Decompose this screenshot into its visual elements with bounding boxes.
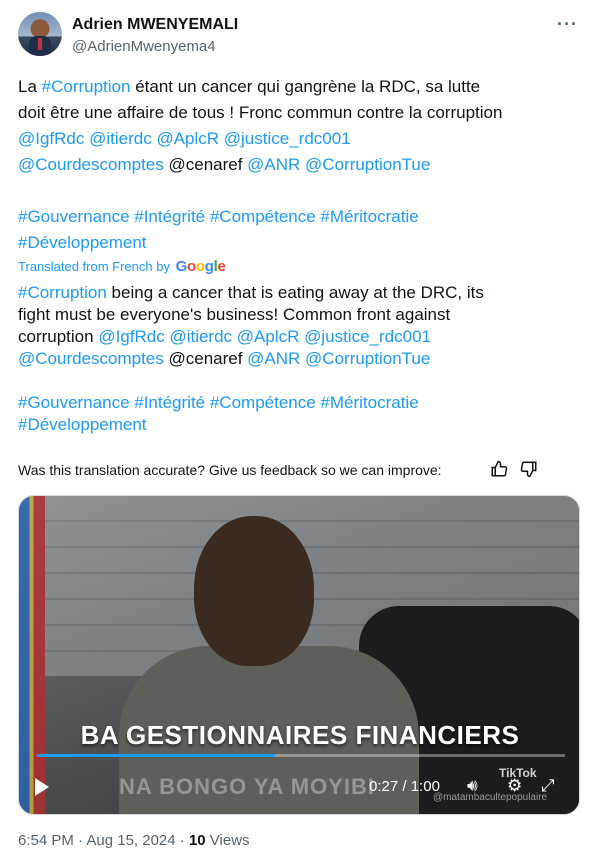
video-caption-sub: NA BONGO YA MOYIBI xyxy=(119,774,375,799)
timestamp[interactable]: 6:54 PM · Aug 15, 2024 · xyxy=(18,832,189,849)
hashtag-link[interactable]: #Développement xyxy=(18,414,578,436)
tiktok-username: @matambacultepopulaire xyxy=(433,792,548,803)
text-segment: La xyxy=(18,77,42,96)
original-tweet-text: La #Corruption étant un cancer qui gangr… xyxy=(18,74,578,256)
text-line: fight must be everyone's business! Commo… xyxy=(18,305,451,324)
avatar[interactable] xyxy=(18,12,62,56)
translated-tweet-text: #Corruption being a cancer that is eatin… xyxy=(18,282,578,436)
text-line: doit être une affaire de tous ! Fronc co… xyxy=(18,103,503,122)
mention-links[interactable]: @ANR @CorruptionTue xyxy=(247,349,430,368)
author-handle[interactable]: @AdrienMwenyema4 xyxy=(72,38,216,55)
hashtag-link[interactable]: #Corruption xyxy=(18,283,107,302)
settings-icon[interactable]: ⚙︎ xyxy=(507,776,522,796)
speaker-head xyxy=(194,516,314,666)
hashtag-link[interactable]: #Développement xyxy=(18,230,578,256)
text-segment: being a cancer that is eating away at th… xyxy=(106,283,484,302)
tweet-meta: 6:54 PM · Aug 15, 2024 · 10 Views xyxy=(18,832,250,849)
avatar-tie xyxy=(38,38,42,50)
mention-links[interactable]: @IgfRdc @itierdc @AplcR @justice_rdc001 xyxy=(18,126,578,152)
thumbs-down-icon[interactable] xyxy=(518,460,540,482)
fullscreen-icon[interactable]: ⤢ xyxy=(541,776,555,796)
text-segment: étant un cancer qui gangrène la RDC, sa … xyxy=(130,77,481,96)
more-horizontal-icon[interactable]: ··· xyxy=(557,14,578,35)
thumbs-up-icon[interactable] xyxy=(488,460,510,482)
views-count: 10 xyxy=(188,832,206,849)
views-label: Views xyxy=(205,832,250,849)
text-segment: corruption xyxy=(18,327,99,346)
time-separator: / xyxy=(398,778,411,795)
video-player[interactable]: BA GESTIONNAIRES FINANCIERS NA BONGO YA … xyxy=(18,495,580,815)
video-caption-main: BA GESTIONNAIRES FINANCIERS xyxy=(80,720,520,750)
translated-by-label: Translated from French by Google xyxy=(18,258,226,275)
mention-links[interactable]: @ANR @CorruptionTue xyxy=(247,155,430,174)
play-icon[interactable] xyxy=(35,778,49,796)
author-name[interactable]: Adrien MWENYEMALI xyxy=(72,16,238,34)
hashtag-links[interactable]: #Gouvernance #Intégrité #Compétence #Mér… xyxy=(18,392,578,414)
mention-plain: @cenaref xyxy=(163,155,248,174)
mention-plain: @cenaref xyxy=(163,349,248,368)
mention-link[interactable]: @Courdescomptes xyxy=(18,155,164,174)
hashtag-link[interactable]: #Corruption xyxy=(42,77,131,96)
video-progress-fill xyxy=(37,754,275,757)
video-time: 0:27 / 1:00 xyxy=(369,778,440,795)
flag-background xyxy=(19,496,45,814)
google-logo: Google xyxy=(175,258,226,275)
translation-feedback-prompt: Was this translation accurate? Give us f… xyxy=(18,462,442,478)
mention-links[interactable]: @IgfRdc @itierdc @AplcR @justice_rdc001 xyxy=(98,327,431,346)
translated-by-text: Translated from French by xyxy=(18,259,170,274)
current-time: 0:27 xyxy=(369,778,399,795)
mention-link[interactable]: @Courdescomptes xyxy=(18,349,164,368)
hashtag-links[interactable]: #Gouvernance #Intégrité #Compétence #Mér… xyxy=(18,204,578,230)
tweet-header: Adrien MWENYEMALI @AdrienMwenyema4 ··· xyxy=(18,12,584,60)
video-progress-bar[interactable] xyxy=(37,754,565,757)
